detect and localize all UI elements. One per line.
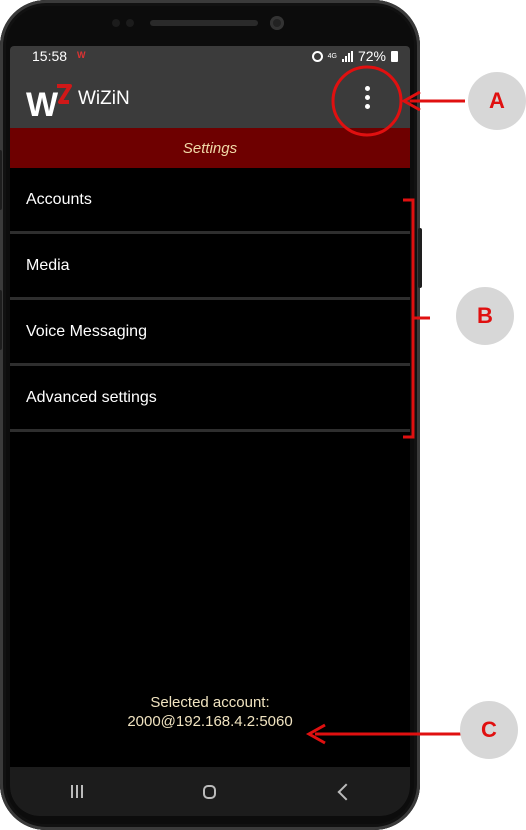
status-time: 15:58 <box>32 48 68 64</box>
app-notification-icon: W <box>77 50 86 60</box>
overflow-menu-icon[interactable] <box>354 76 380 118</box>
logo-letter: W <box>26 86 59 120</box>
sensor-icon <box>126 19 134 27</box>
screen: 15:58 W 4G 72% W WiZiN Settings Accounts… <box>10 46 410 816</box>
settings-list: Accounts Media Voice Messaging Advanced … <box>10 168 410 432</box>
navigation-bar <box>10 767 410 816</box>
status-indicators: 4G 72% <box>311 48 398 64</box>
callout-b: B <box>456 287 514 345</box>
battery-icon <box>391 50 398 62</box>
menu-item-advanced-settings[interactable]: Advanced settings <box>10 366 410 432</box>
back-icon <box>337 783 355 800</box>
volume-button <box>0 150 2 210</box>
recents-button[interactable] <box>52 777 102 807</box>
menu-item-voice-messaging[interactable]: Voice Messaging <box>10 300 410 366</box>
home-button[interactable] <box>185 777 235 807</box>
earpiece-speaker <box>150 20 258 26</box>
selected-account-label: Selected account: <box>150 694 270 711</box>
battery-percentage: 72% <box>357 48 386 64</box>
menu-item-accounts[interactable]: Accounts <box>10 168 410 234</box>
front-camera-icon <box>270 16 284 30</box>
app-bar: W WiZiN <box>10 66 410 128</box>
recents-icon <box>70 785 83 798</box>
network-type-icon: 4G <box>327 52 337 60</box>
wizin-logo-icon: W <box>26 84 72 120</box>
home-icon <box>203 784 217 799</box>
bixby-button <box>0 290 2 350</box>
sensor-icon <box>112 19 120 27</box>
status-bar: 15:58 W 4G 72% <box>10 46 410 66</box>
alarm-icon <box>311 50 323 62</box>
power-button <box>418 228 422 288</box>
callout-a: A <box>468 72 526 130</box>
phone-frame: 15:58 W 4G 72% W WiZiN Settings Accounts… <box>0 0 422 830</box>
menu-item-media[interactable]: Media <box>10 234 410 300</box>
selected-account-value: 2000@192.168.4.2:5060 <box>127 713 293 730</box>
callout-c: C <box>460 701 518 759</box>
back-button[interactable] <box>318 777 368 807</box>
selected-account-info: Selected account: 2000@192.168.4.2:5060 <box>10 693 410 731</box>
page-title: Settings <box>10 128 410 168</box>
signal-icon <box>341 50 353 62</box>
app-title: WiZiN <box>78 88 130 109</box>
